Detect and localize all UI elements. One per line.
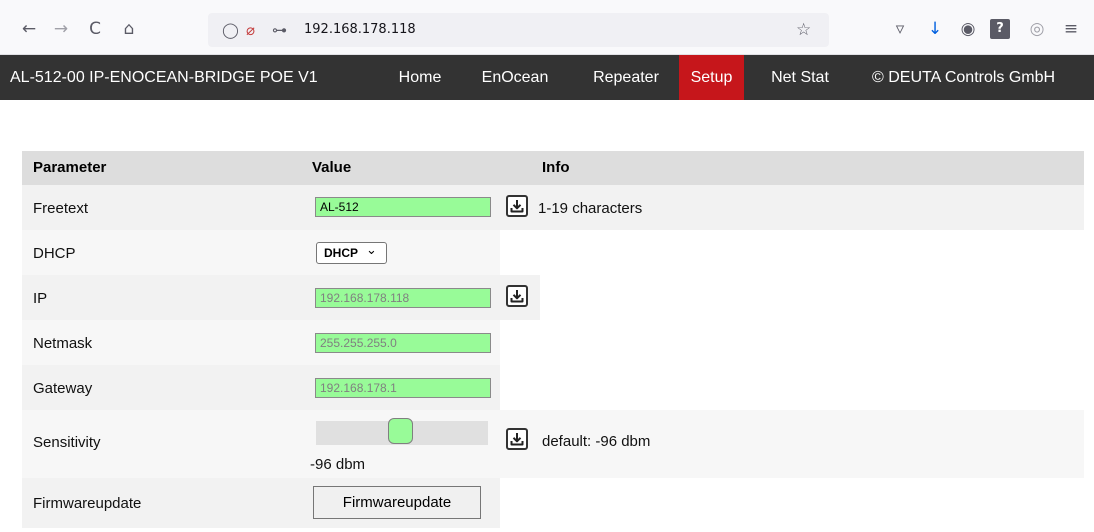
browser-toolbar: ← → C ⌂ ◯ ⌀ ⊶ 192.168.178.118 ☆ ▿ ↓ ◉ ? … — [0, 0, 1094, 55]
row-firmwareupdate: Firmwareupdate Firmwareupdate — [22, 478, 500, 528]
nav-home[interactable]: Home — [388, 55, 452, 100]
info-freetext: 1-19 characters — [538, 200, 643, 217]
nav-enocean[interactable]: EnOcean — [470, 55, 560, 100]
home-icon[interactable]: ⌂ — [118, 18, 140, 40]
dhcp-select[interactable]: DHCP ⌄ — [316, 242, 387, 264]
chevron-down-icon: ⌄ — [366, 242, 377, 257]
copyright: © DEUTA Controls GmbH — [872, 69, 1056, 86]
back-icon[interactable]: ← — [18, 18, 40, 40]
info-sensitivity: default: -96 dbm — [542, 433, 651, 450]
table-header: Parameter Value Info — [22, 151, 1084, 185]
freetext-input[interactable] — [315, 197, 491, 217]
firmwareupdate-button[interactable]: Firmwareupdate — [313, 486, 481, 519]
save-freetext-button[interactable] — [506, 195, 528, 217]
download-save-icon — [510, 290, 524, 303]
ip-input[interactable] — [315, 288, 491, 308]
account-icon[interactable]: ◎ — [1026, 18, 1048, 40]
download-save-icon — [510, 200, 524, 213]
reload-icon[interactable]: C — [84, 18, 106, 40]
extension-icon[interactable]: ◉ — [957, 18, 979, 40]
device-title: AL-512-00 IP-ENOCEAN-BRIDGE POE V1 — [10, 69, 318, 86]
url-text[interactable]: 192.168.178.118 — [304, 13, 416, 47]
gateway-input[interactable] — [315, 378, 491, 398]
download-icon[interactable]: ↓ — [924, 18, 946, 40]
insecure-connection-icon[interactable]: ⌀ — [246, 13, 255, 47]
row-dhcp: DHCP DHCP ⌄ — [22, 230, 500, 275]
row-netmask: Netmask — [22, 320, 500, 365]
nav-net-stat[interactable]: Net Stat — [760, 55, 840, 100]
nav-setup[interactable]: Setup — [679, 55, 744, 100]
pocket-icon[interactable]: ▿ — [889, 18, 911, 40]
row-gateway: Gateway — [22, 365, 500, 410]
bookmark-star-icon[interactable]: ☆ — [796, 13, 811, 47]
save-sensitivity-button[interactable] — [506, 428, 528, 450]
nav-repeater[interactable]: Repeater — [578, 55, 674, 100]
label-freetext: Freetext — [33, 200, 89, 217]
help-icon[interactable]: ? — [990, 19, 1010, 39]
tracking-shield-icon[interactable]: ◯ — [222, 13, 239, 47]
header-parameter: Parameter — [33, 159, 107, 176]
label-ip: IP — [33, 290, 48, 307]
label-sensitivity: Sensitivity — [33, 434, 101, 451]
sensitivity-value: -96 dbm — [310, 456, 366, 473]
dhcp-selected-value: DHCP — [324, 246, 359, 260]
url-bar[interactable]: ◯ ⌀ ⊶ 192.168.178.118 ☆ — [208, 13, 829, 47]
label-dhcp: DHCP — [33, 245, 76, 262]
sensitivity-slider[interactable] — [316, 418, 488, 445]
forward-icon[interactable]: → — [50, 18, 72, 40]
menu-icon[interactable]: ≡ — [1060, 18, 1082, 40]
row-sensitivity: Sensitivity -96 dbm default: -96 dbm — [22, 410, 1084, 478]
header-info: Info — [542, 159, 570, 176]
save-ip-button[interactable] — [506, 285, 528, 307]
row-freetext: Freetext 1-19 characters — [22, 185, 1084, 230]
permissions-icon[interactable]: ⊶ — [272, 13, 287, 47]
header-value: Value — [312, 159, 352, 176]
label-gateway: Gateway — [33, 380, 93, 397]
label-netmask: Netmask — [33, 335, 93, 352]
site-navbar: AL-512-00 IP-ENOCEAN-BRIDGE POE V1 Home … — [0, 55, 1094, 100]
label-firmwareupdate: Firmwareupdate — [33, 495, 142, 512]
slider-handle[interactable] — [388, 418, 413, 444]
download-save-icon — [510, 433, 524, 446]
netmask-input[interactable] — [315, 333, 491, 353]
row-ip: IP — [22, 275, 540, 320]
